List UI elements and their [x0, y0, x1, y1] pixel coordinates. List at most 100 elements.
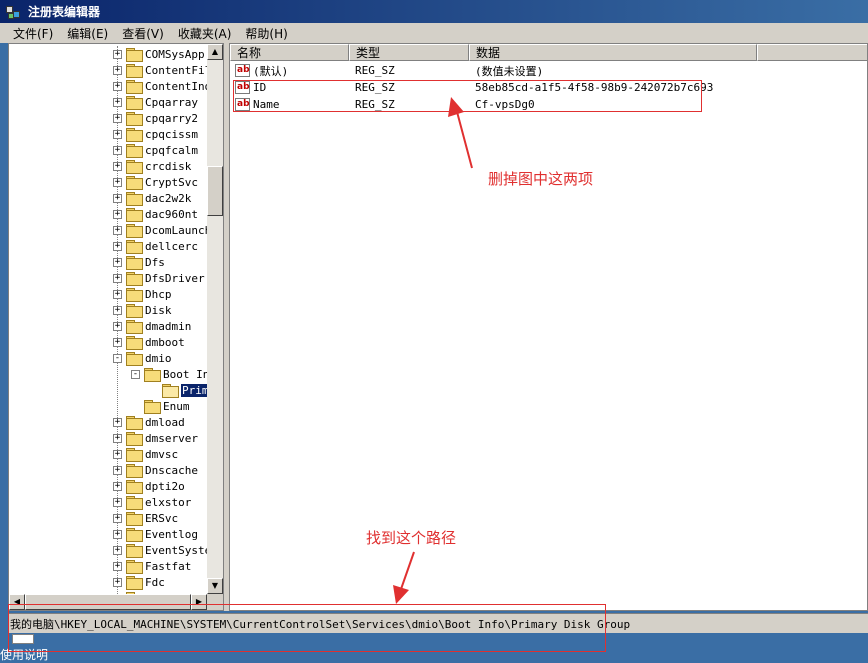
tree-item[interactable]: + Fdc [113, 574, 165, 590]
expand-icon[interactable]: + [113, 417, 122, 427]
expand-icon[interactable]: + [113, 561, 122, 571]
tree-item[interactable]: + dpti2o [113, 478, 185, 494]
tree-item-label: crcdisk [145, 159, 192, 173]
expand-icon[interactable]: + [113, 257, 122, 267]
scroll-right-button[interactable]: ▶ [191, 594, 207, 610]
scroll-thumb[interactable] [207, 166, 223, 216]
menu-help[interactable]: 帮助(H) [238, 25, 294, 42]
tree-rows: + COMSysApp + ContentFil + ContentInd + Cpqarra… [9, 46, 207, 594]
menu-favorites[interactable]: 收藏夹(A) [171, 25, 239, 42]
tree-item[interactable]: + Cpqarray [113, 94, 198, 110]
tree-item[interactable]: + Dhcp [113, 286, 172, 302]
expand-icon[interactable]: + [113, 225, 122, 235]
tree-item[interactable]: + dac2w2k [113, 190, 191, 206]
menu-file[interactable]: 文件(F) [0, 25, 60, 42]
expand-icon[interactable]: + [113, 577, 122, 587]
tree-item[interactable]: + cpqfcalm [113, 142, 198, 158]
tree-item[interactable]: + DcomLaunch [113, 222, 207, 238]
tree-item[interactable]: + dmadmin [113, 318, 191, 334]
expand-icon[interactable]: + [113, 305, 122, 315]
tree-item[interactable]: Enum [131, 398, 190, 414]
tree-item[interactable]: + crcdisk [113, 158, 191, 174]
expand-icon[interactable]: + [113, 241, 122, 251]
tree-item[interactable]: + dmload [113, 414, 185, 430]
expand-icon[interactable]: + [113, 193, 122, 203]
collapse-icon[interactable]: - [113, 353, 122, 363]
folder-icon [162, 384, 179, 398]
tree-item[interactable]: + cpqarry2 [113, 110, 198, 126]
taskbar-label[interactable]: 使用说明 [0, 646, 48, 663]
tree-item[interactable]: + Fastfat [113, 558, 191, 574]
folder-icon [126, 320, 143, 334]
title-bar: 注册表编辑器 [0, 0, 868, 23]
expand-icon[interactable]: + [113, 321, 122, 331]
expand-icon[interactable]: + [113, 81, 122, 91]
expand-icon[interactable]: + [113, 497, 122, 507]
tree-item-label: Eventlog [145, 527, 198, 541]
taskbar-app-icon[interactable] [12, 634, 34, 644]
menu-view[interactable]: 查看(V) [115, 25, 171, 42]
expand-icon[interactable]: + [113, 529, 122, 539]
expand-icon[interactable]: + [113, 481, 122, 491]
column-data[interactable]: 数据 [469, 44, 757, 61]
expand-icon[interactable]: + [113, 177, 122, 187]
expand-icon[interactable]: + [113, 145, 122, 155]
column-type[interactable]: 类型 [349, 44, 469, 61]
scroll-left-button[interactable]: ◀ [9, 594, 25, 610]
expand-icon[interactable]: + [113, 49, 122, 59]
column-name[interactable]: 名称 [230, 44, 349, 61]
expand-icon[interactable]: + [113, 289, 122, 299]
tree-item[interactable]: + CryptSvc [113, 174, 198, 190]
folder-icon [144, 400, 161, 414]
tree-item[interactable]: + DfsDriver [113, 270, 205, 286]
tree-item[interactable]: - dmio [113, 350, 172, 366]
expand-icon[interactable]: + [113, 209, 122, 219]
tree-item[interactable]: + COMSysApp [113, 46, 205, 62]
values-list: 名称 类型 数据 ab (默认) REG_SZ (数值未设置) ab ID RE… [229, 43, 868, 611]
tree-item-label: cpqcissm [145, 127, 198, 141]
expand-icon[interactable]: + [113, 337, 122, 347]
hscroll-thumb[interactable] [25, 594, 191, 610]
tree-item-label: EventSyste [145, 543, 207, 557]
expand-icon[interactable]: + [113, 273, 122, 283]
expand-icon[interactable]: + [113, 513, 122, 523]
expand-icon[interactable]: + [113, 161, 122, 171]
menu-edit[interactable]: 编辑(E) [60, 25, 115, 42]
scroll-up-button[interactable]: ▲ [207, 44, 223, 60]
tree-item[interactable]: + dellcerc [113, 238, 198, 254]
tree-item[interactable]: + EventSyste [113, 542, 207, 558]
tree-item[interactable]: + Dnscache [113, 462, 198, 478]
expand-icon[interactable]: + [113, 129, 122, 139]
tree-item[interactable]: + Eventlog [113, 526, 198, 542]
expand-icon[interactable]: + [113, 465, 122, 475]
tree-item[interactable]: - Boot In [131, 366, 207, 382]
tree-item[interactable]: Prim [149, 382, 207, 398]
status-bar: 我的电脑\HKEY_LOCAL_MACHINE\SYSTEM\CurrentCo… [8, 613, 868, 633]
tree-item[interactable]: + dac960nt [113, 206, 198, 222]
tree-item[interactable]: + dmboot [113, 334, 185, 350]
expand-icon[interactable]: + [113, 97, 122, 107]
tree-item[interactable]: + elxstor [113, 494, 191, 510]
tree-item[interactable]: + cpqcissm [113, 126, 198, 142]
tree-item[interactable]: + Disk [113, 302, 172, 318]
tree-item[interactable]: + ERSvc [113, 510, 178, 526]
tree-horizontal-scrollbar[interactable]: ◀ ▶ [9, 594, 207, 610]
value-row[interactable]: ab Name REG_SZ Cf-vpsDg0 [230, 96, 867, 113]
tree-item[interactable]: + ContentInd [113, 78, 207, 94]
expand-icon[interactable]: + [113, 65, 122, 75]
tree-vertical-scrollbar[interactable]: ▲ ▼ [207, 44, 223, 594]
tree-item[interactable]: + dmserver [113, 430, 198, 446]
value-row[interactable]: ab ID REG_SZ 58eb85cd-a1f5-4f58-98b9-242… [230, 79, 867, 96]
tree-item[interactable]: + Dfs [113, 254, 165, 270]
status-path: 我的电脑\HKEY_LOCAL_MACHINE\SYSTEM\CurrentCo… [10, 617, 631, 631]
scroll-down-button[interactable]: ▼ [207, 578, 223, 594]
expand-icon[interactable]: + [113, 433, 122, 443]
tree-item[interactable]: + dmvsc [113, 446, 178, 462]
value-data: (数值未设置) [475, 64, 544, 78]
tree-item[interactable]: + ContentFil [113, 62, 207, 78]
expand-icon[interactable]: + [113, 545, 122, 555]
value-row[interactable]: ab (默认) REG_SZ (数值未设置) [230, 62, 867, 79]
expand-icon[interactable]: + [113, 449, 122, 459]
expand-icon[interactable]: + [113, 113, 122, 123]
collapse-icon[interactable]: - [131, 369, 140, 379]
